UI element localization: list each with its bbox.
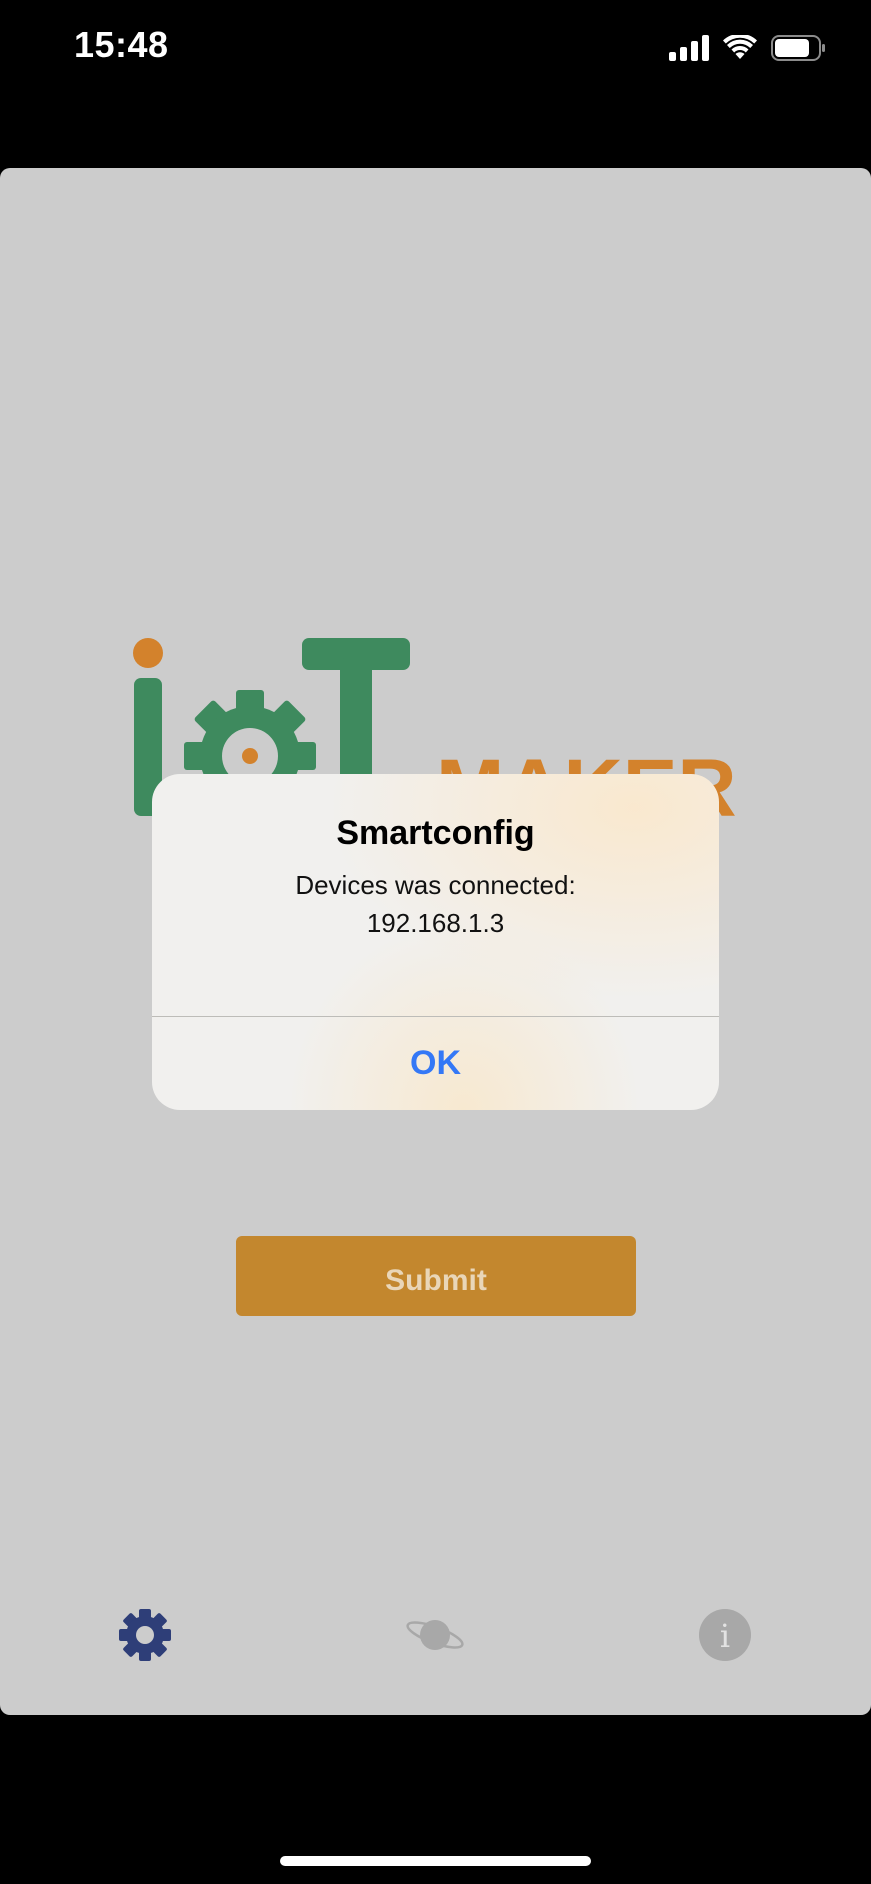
alert-ip-address: 192.168.1.3 [366, 908, 505, 938]
wifi-icon [723, 35, 757, 59]
gear-icon [119, 1609, 171, 1661]
status-time: 15:48 [74, 24, 169, 65]
alert-message: Devices was connected: 192.168.1.3 [172, 866, 699, 942]
status-icons [669, 30, 827, 66]
tab-bar: i [0, 1575, 871, 1715]
planet-icon [406, 1620, 464, 1650]
status-bar: 15:48 [0, 0, 871, 100]
submit-button[interactable]: Submit [236, 1236, 636, 1316]
alert-dialog: Smartconfig Devices was connected: 192.1… [152, 774, 719, 1110]
signal-icon [669, 35, 709, 61]
alert-message-text: Devices was connected: [295, 870, 576, 900]
svg-text:i: i [720, 1617, 730, 1655]
tab-planet[interactable] [385, 1595, 485, 1675]
home-indicator[interactable] [280, 1856, 591, 1866]
alert-title: Smartconfig [336, 814, 535, 852]
battery-icon [771, 35, 825, 61]
tab-info[interactable]: i [675, 1595, 775, 1675]
tab-settings[interactable] [95, 1595, 195, 1675]
ok-button[interactable]: OK [152, 1017, 719, 1110]
info-icon: i [699, 1609, 751, 1661]
